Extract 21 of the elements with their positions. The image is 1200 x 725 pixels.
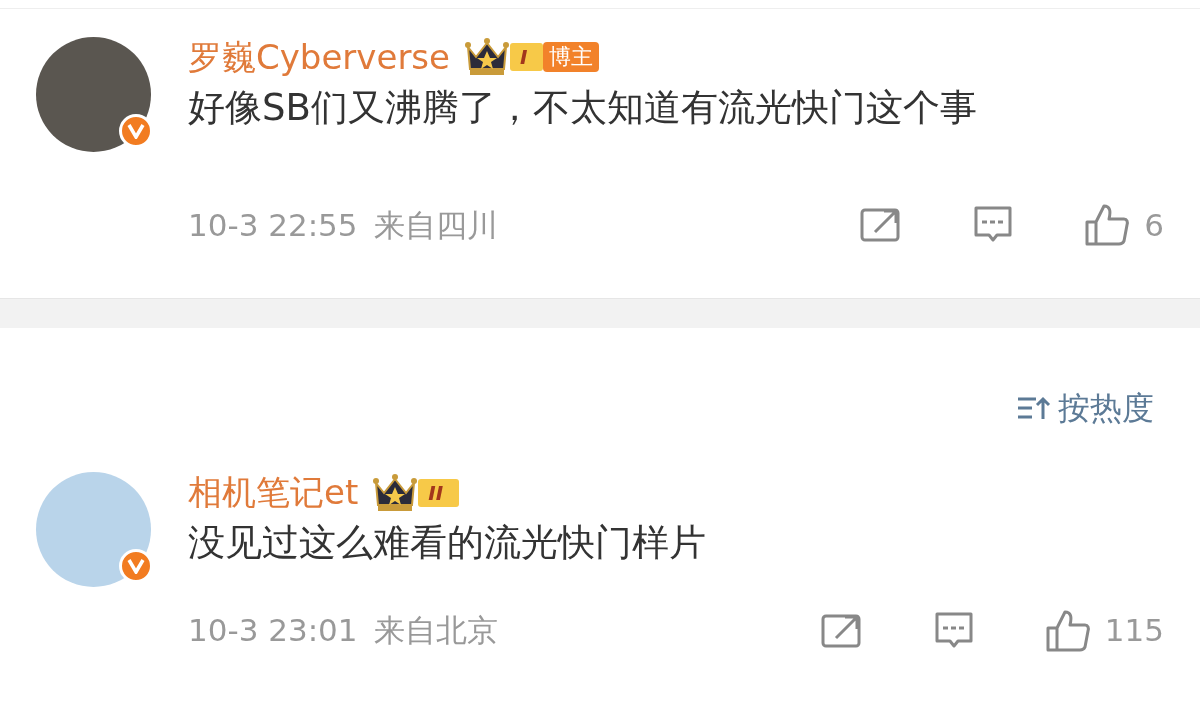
location-text: 来自北京: [373, 611, 498, 651]
location-text: 来自四川: [373, 205, 498, 245]
sort-link[interactable]: 按热度: [1058, 384, 1154, 433]
timestamp: 10-3 23:01: [188, 611, 358, 651]
timestamp: 10-3 22:55: [188, 205, 358, 245]
crown-icon: [372, 472, 419, 513]
thumbs-up-icon[interactable]: [1084, 203, 1131, 248]
level-label: I: [510, 43, 544, 72]
level-label: II: [418, 478, 460, 507]
author-name[interactable]: 相机笔记et: [188, 472, 359, 514]
crown-icon: [464, 37, 510, 78]
share-icon[interactable]: [820, 612, 863, 649]
thumbs-up-icon[interactable]: [1044, 608, 1091, 653]
comment-text: 好像SB们又沸腾了，不太知道有流光快门这个事: [188, 84, 978, 131]
role-tag: 博主: [543, 42, 600, 73]
comment-text: 没见过这么难看的流光快门样片: [188, 520, 707, 567]
like-count: 115: [1104, 611, 1164, 651]
sort-icon[interactable]: [1016, 395, 1052, 422]
author-name[interactable]: 罗巍Cyberverse: [188, 37, 450, 78]
share-icon[interactable]: [860, 207, 903, 244]
like-count: 6: [1144, 205, 1164, 245]
